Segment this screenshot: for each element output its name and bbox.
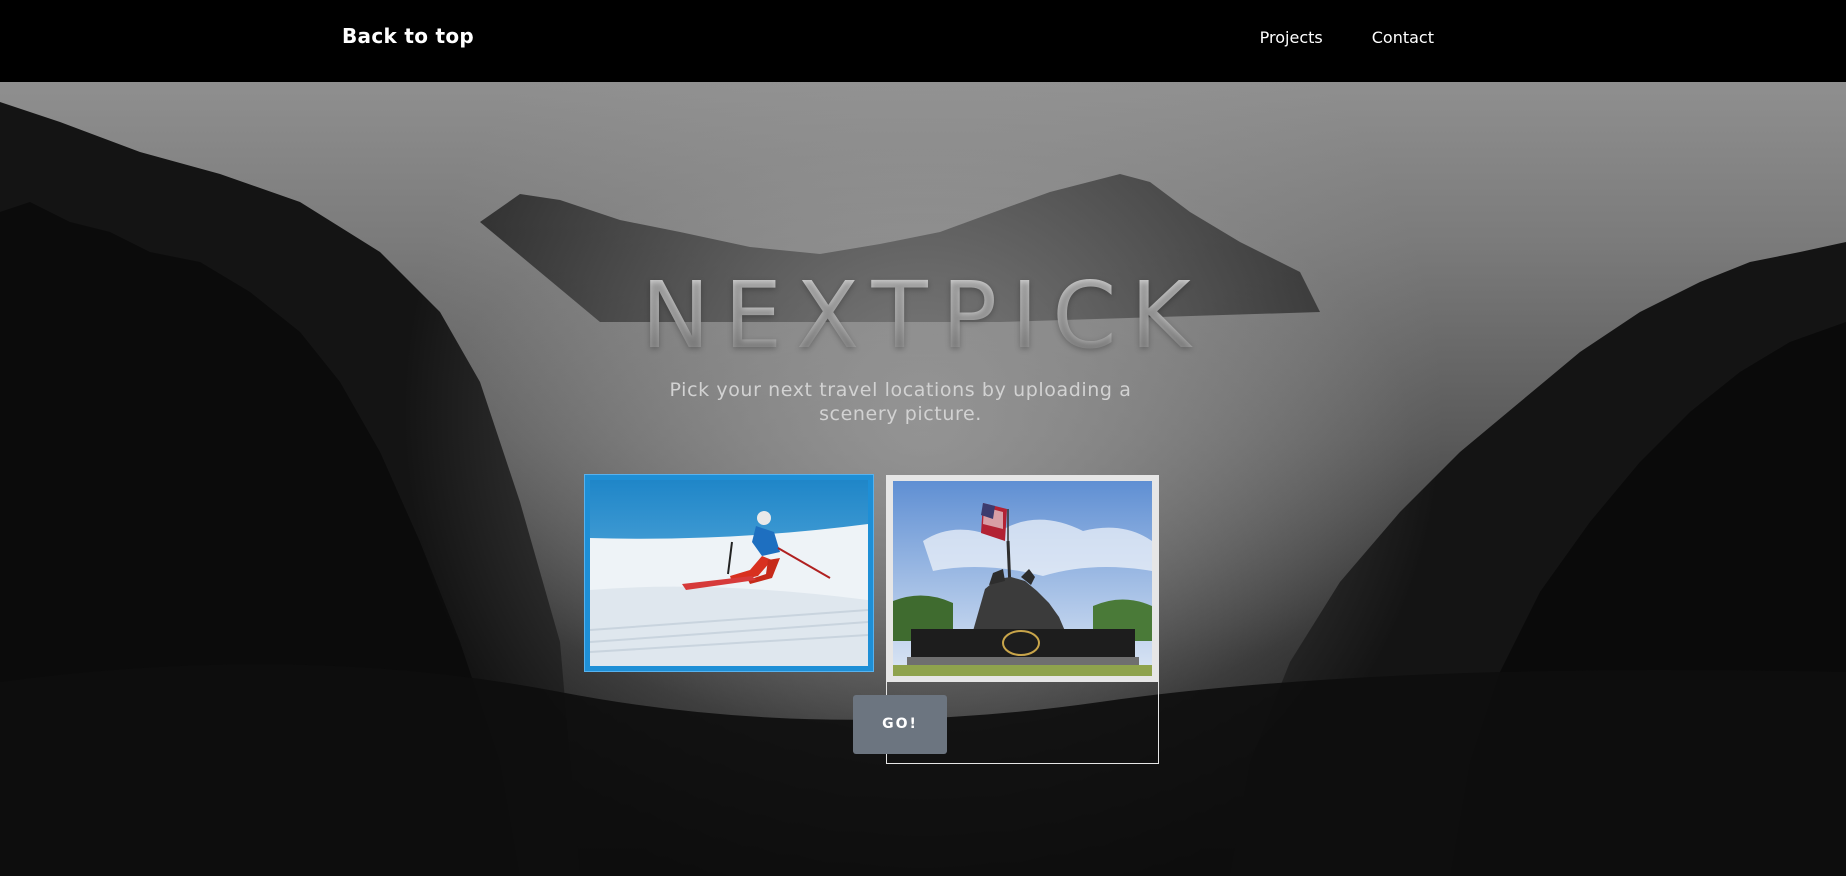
choice-memorial-photo-frame[interactable]: [886, 475, 1159, 682]
go-button[interactable]: GO!: [853, 695, 947, 754]
navbar: Back to top Projects Contact: [0, 0, 1846, 82]
site-subtitle: Pick your next travel locations by uploa…: [669, 379, 1132, 425]
flag-memorial-photo-icon: [893, 481, 1152, 676]
nav-link-contact[interactable]: Contact: [1372, 28, 1434, 47]
nav-links: Projects Contact: [1260, 28, 1434, 47]
site-title: NEXTPICK: [0, 262, 1846, 369]
nav-link-projects[interactable]: Projects: [1260, 28, 1323, 47]
choice-ski-photo[interactable]: [585, 475, 873, 671]
back-to-top-link[interactable]: Back to top: [342, 24, 474, 48]
skier-photo-icon: [590, 480, 868, 666]
